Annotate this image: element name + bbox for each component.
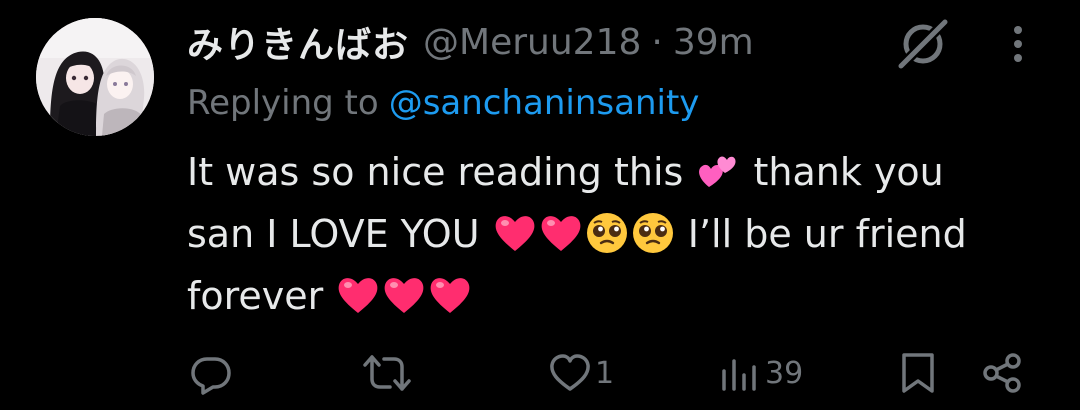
body-text-segment: It was so nice reading this <box>187 150 684 194</box>
body-text-segment: thank you <box>753 150 944 194</box>
handle[interactable]: @Meruu218 <box>423 22 641 63</box>
like-button[interactable]: 1 <box>547 345 614 401</box>
red-heart-emoji <box>335 271 381 317</box>
like-count: 1 <box>595 355 615 391</box>
share-icon <box>983 353 1021 393</box>
reply-button[interactable] <box>189 345 235 401</box>
bookmark-button[interactable] <box>898 345 938 401</box>
separator-dot: · <box>651 21 663 63</box>
pleading-face-emoji <box>584 209 630 255</box>
bookmark-icon <box>902 353 934 393</box>
tweet-header: みりきんばお @Meruu218 · 39m <box>187 14 754 70</box>
grok-icon[interactable] <box>893 16 953 72</box>
body-text-segment: san I LOVE YOU <box>187 212 480 256</box>
avatar[interactable] <box>36 18 154 136</box>
pleading-face-emoji <box>630 209 676 255</box>
avatar-image <box>36 18 154 136</box>
like-icon <box>550 354 590 391</box>
retweet-icon <box>363 355 411 391</box>
body-line-3: forever <box>187 265 1057 327</box>
replying-to: Replying to @sanchaninsanity <box>187 78 699 128</box>
tweet[interactable]: みりきんばお @Meruu218 · 39m Replying to @sanch… <box>0 0 1080 410</box>
body-text-segment: forever <box>187 274 324 318</box>
views-button[interactable]: 39 <box>719 345 803 401</box>
display-name[interactable]: みりきんばお <box>187 16 409 68</box>
view-count: 39 <box>765 355 804 391</box>
timestamp[interactable]: 39m <box>673 22 754 63</box>
red-heart-emoji <box>538 209 584 255</box>
views-icon <box>722 359 756 391</box>
share-button[interactable] <box>980 345 1024 401</box>
reply-icon <box>191 357 231 395</box>
reply-mention-link[interactable]: @sanchaninsanity <box>389 83 700 123</box>
two-hearts-emoji <box>695 147 741 193</box>
body-line-2: san I LOVE YOU I’ll be ur friend <box>187 203 1057 265</box>
retweet-button[interactable] <box>362 345 414 401</box>
action-bar: 1 39 <box>0 345 1080 401</box>
body-text-segment: I’ll be ur friend <box>687 212 967 256</box>
tweet-body: It was so nice reading this thank you sa… <box>187 141 1057 327</box>
red-heart-emoji <box>427 271 473 317</box>
red-heart-emoji <box>492 209 538 255</box>
replying-to-label: Replying to <box>187 83 379 123</box>
more-vertical-icon[interactable] <box>1003 22 1033 66</box>
red-heart-emoji <box>381 271 427 317</box>
body-line-1: It was so nice reading this thank you <box>187 141 1057 203</box>
